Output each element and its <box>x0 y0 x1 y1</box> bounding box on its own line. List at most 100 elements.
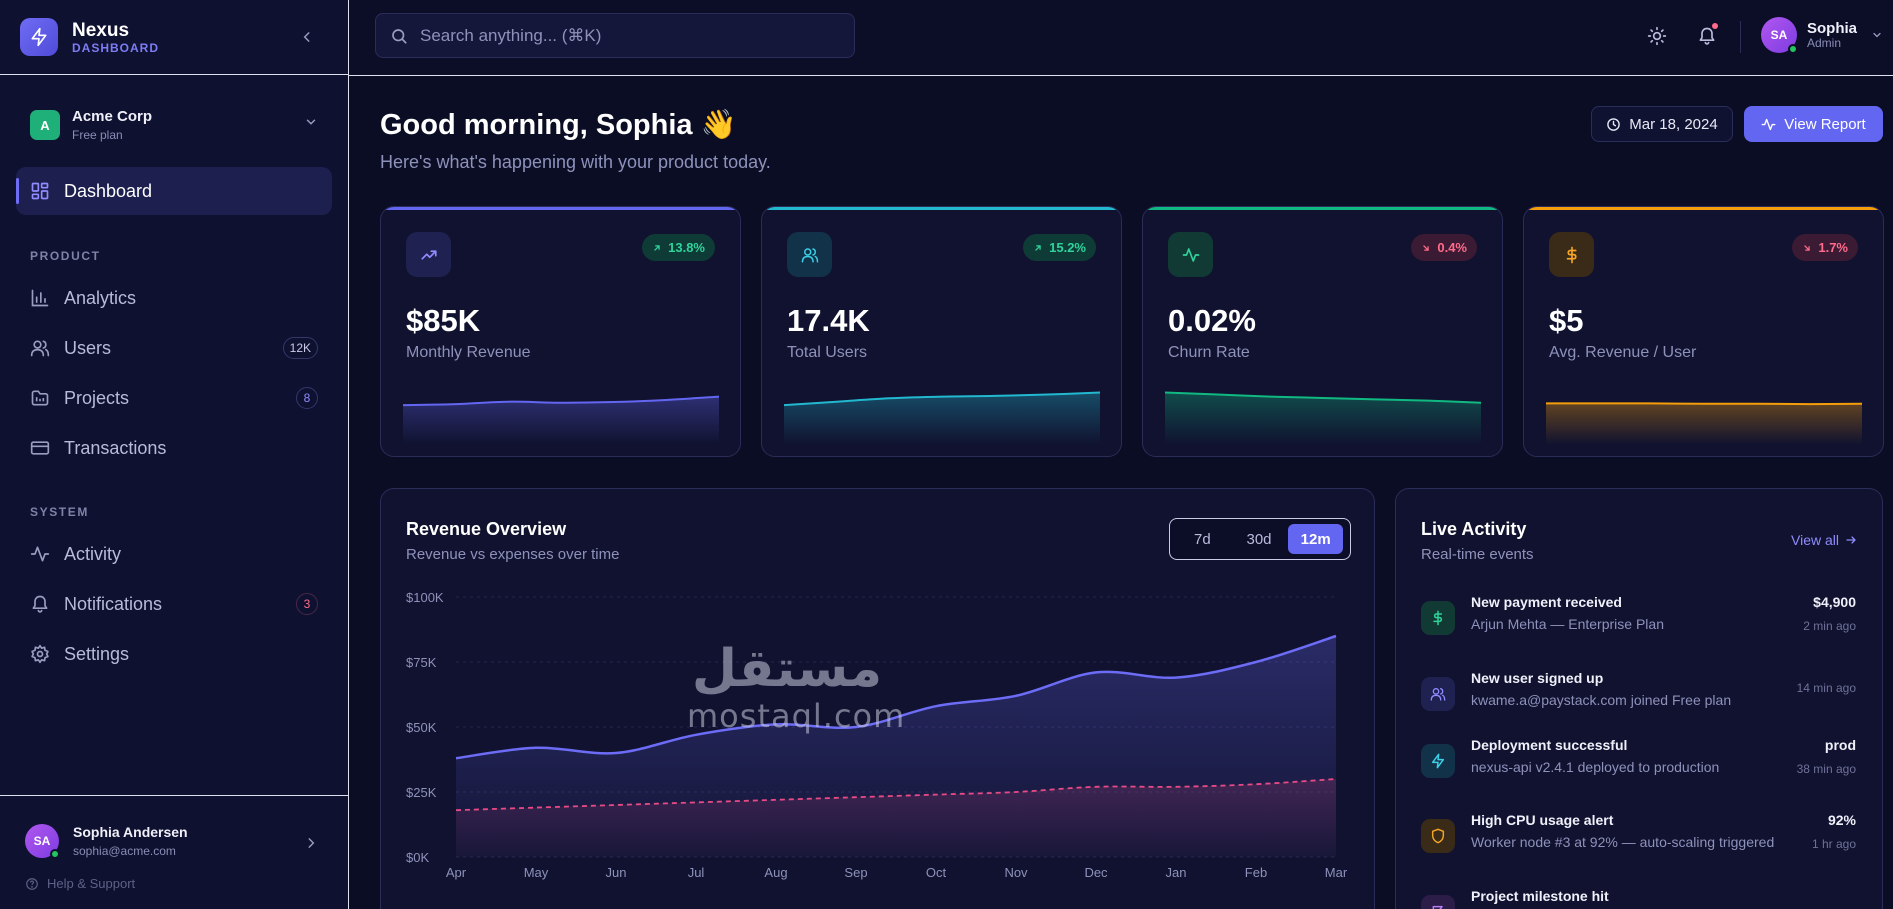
user-menu[interactable]: SA Sophia Admin <box>1761 17 1883 54</box>
activity-item[interactable]: Deployment successful nexus-api v2.4.1 d… <box>1421 736 1856 786</box>
brand-name: Nexus <box>72 19 130 41</box>
activity-time: 1 hr ago <box>1811 837 1856 851</box>
kpi-accent-bar <box>762 207 1121 210</box>
activity-title: New user signed up <box>1471 670 1604 686</box>
x-tick-label: Nov <box>1004 865 1028 880</box>
change-badge: 1.7% <box>1792 234 1858 261</box>
brand-subtitle: DASHBOARD <box>72 40 159 55</box>
activity-value: 92% <box>1827 812 1856 828</box>
folder-icon <box>30 388 50 408</box>
sidebar-item-users[interactable]: Users 12K <box>0 323 348 373</box>
grid-icon <box>30 181 50 201</box>
help-support-label: Help & Support <box>47 876 136 891</box>
chevron-right-icon <box>308 838 315 848</box>
kpi-value: $85K <box>406 303 481 338</box>
kpi-card-users: 15.2% 17.4K Total Users <box>761 206 1122 457</box>
collapse-sidebar-button[interactable] <box>296 26 318 48</box>
sidebar-item-label: Transactions <box>64 437 167 458</box>
help-support-link[interactable]: Help & Support <box>0 858 348 891</box>
sidebar-item-projects[interactable]: Projects 8 <box>0 373 348 423</box>
user-role: Admin <box>1807 36 1842 50</box>
flag-icon <box>1421 895 1455 909</box>
user-email: sophia@acme.com <box>73 844 176 858</box>
users-icon <box>30 338 50 358</box>
page-subtitle: Here's what's happening with your produc… <box>380 152 771 172</box>
top-bar: SA Sophia Admin <box>349 0 1893 76</box>
workspace-switcher[interactable]: A Acme Corp Free plan <box>30 103 318 147</box>
notifications-button[interactable] <box>1695 23 1719 48</box>
date-picker-button[interactable]: Mar 18, 2024 <box>1591 106 1733 142</box>
kpi-label: Total Users <box>787 344 868 361</box>
sidebar-item-label: Settings <box>64 643 130 664</box>
online-status-dot <box>50 849 60 859</box>
kpi-value: 17.4K <box>787 303 870 338</box>
sidebar-item-activity[interactable]: Activity <box>0 529 348 579</box>
sparkline-area <box>784 392 1100 445</box>
x-tick-label: Jul <box>688 865 705 880</box>
change-value: 0.4% <box>1437 240 1467 255</box>
help-circle-icon <box>26 877 38 890</box>
date-label: Mar 18, 2024 <box>1629 115 1718 133</box>
theme-toggle-button[interactable] <box>1645 24 1669 48</box>
activity-item[interactable]: New payment received Arjun Mehta — Enter… <box>1421 593 1856 643</box>
revenue-chart: $0K $25K $50K $75K $100K Apr May Jun Jul Aug Sep Oc… <box>406 590 1348 880</box>
bolt-icon <box>20 18 58 56</box>
sparkline-line <box>1546 402 1862 406</box>
workspace-avatar: A <box>30 110 60 140</box>
sidebar-item-settings[interactable]: Settings <box>0 629 348 679</box>
gear-icon <box>30 644 50 664</box>
nav-section-title: SYSTEM <box>30 505 89 519</box>
sidebar-item-notifications[interactable]: Notifications 3 <box>0 579 348 629</box>
search-icon <box>392 28 407 44</box>
x-tick-label: Feb <box>1245 865 1267 880</box>
activity-item[interactable]: High CPU usage alert Worker node #3 at 9… <box>1421 811 1856 861</box>
avatar: SA <box>1761 17 1798 54</box>
kpi-accent-bar <box>1524 207 1883 210</box>
kpi-value: 0.02% <box>1168 303 1256 338</box>
view-report-label: View Report <box>1784 115 1866 133</box>
sidebar-item-dashboard[interactable]: Dashboard <box>16 167 332 215</box>
live-activity-panel: Live Activity Real-time events View all … <box>1395 488 1883 909</box>
sidebar-item-transactions[interactable]: Transactions <box>0 423 348 473</box>
revenue-overview-panel: Revenue Overview Revenue vs expenses ove… <box>380 488 1375 909</box>
avatar: SA <box>25 824 60 859</box>
credit-card-icon <box>30 438 50 458</box>
avatar-initials: SA <box>1770 28 1788 42</box>
x-tick-label: May <box>524 865 549 880</box>
y-tick-label: $100K <box>406 590 444 605</box>
activity-item[interactable]: New user signed up kwame.a@paystack.com … <box>1421 669 1856 719</box>
sidebar-user-card[interactable]: SA Sophia Andersen sophia@acme.com Help … <box>0 795 348 909</box>
sparkline-area <box>1546 403 1862 445</box>
sidebar-item-analytics[interactable]: Analytics <box>0 273 348 323</box>
view-all-link[interactable]: View all <box>1791 532 1857 548</box>
kpi-label: Monthly Revenue <box>406 344 531 361</box>
bell-icon <box>1699 27 1715 45</box>
view-report-button[interactable]: View Report <box>1744 106 1883 142</box>
kpi-value: $5 <box>1549 303 1584 338</box>
kpi-label: Avg. Revenue / User <box>1549 344 1697 361</box>
y-tick-label: $25K <box>406 785 437 800</box>
kpi-card-churn: 0.4% 0.02% Churn Rate <box>1142 206 1503 457</box>
main-content: Good morning, Sophia 👋 Here's what's hap… <box>349 76 1893 909</box>
change-badge: 15.2% <box>1023 234 1096 261</box>
search-box[interactable] <box>375 13 855 58</box>
activity-title: New payment received <box>1471 594 1622 610</box>
sparkline <box>1546 402 1862 445</box>
sidebar-item-label: Notifications <box>64 593 163 614</box>
kpi-card-arpu: 1.7% $5 Avg. Revenue / User <box>1523 206 1884 457</box>
chevron-left-icon <box>303 32 310 42</box>
chevron-down-icon <box>1873 32 1881 38</box>
count-badge: 12K <box>282 337 318 359</box>
search-input[interactable] <box>420 25 820 46</box>
activity-description: Worker node #3 at 92% — auto-scaling tri… <box>1471 834 1775 850</box>
activity-icon <box>30 544 50 564</box>
sparkline <box>784 391 1100 445</box>
kpi-label: Churn Rate <box>1168 344 1250 361</box>
change-value: 13.8% <box>668 240 705 255</box>
dollar-icon <box>1421 601 1455 635</box>
users-icon <box>1421 677 1455 711</box>
count-badge: 3 <box>296 593 318 615</box>
arrow-down-right-icon <box>1804 244 1811 251</box>
divider <box>1740 21 1741 53</box>
activity-item[interactable]: Project milestone hit <box>1421 887 1856 909</box>
